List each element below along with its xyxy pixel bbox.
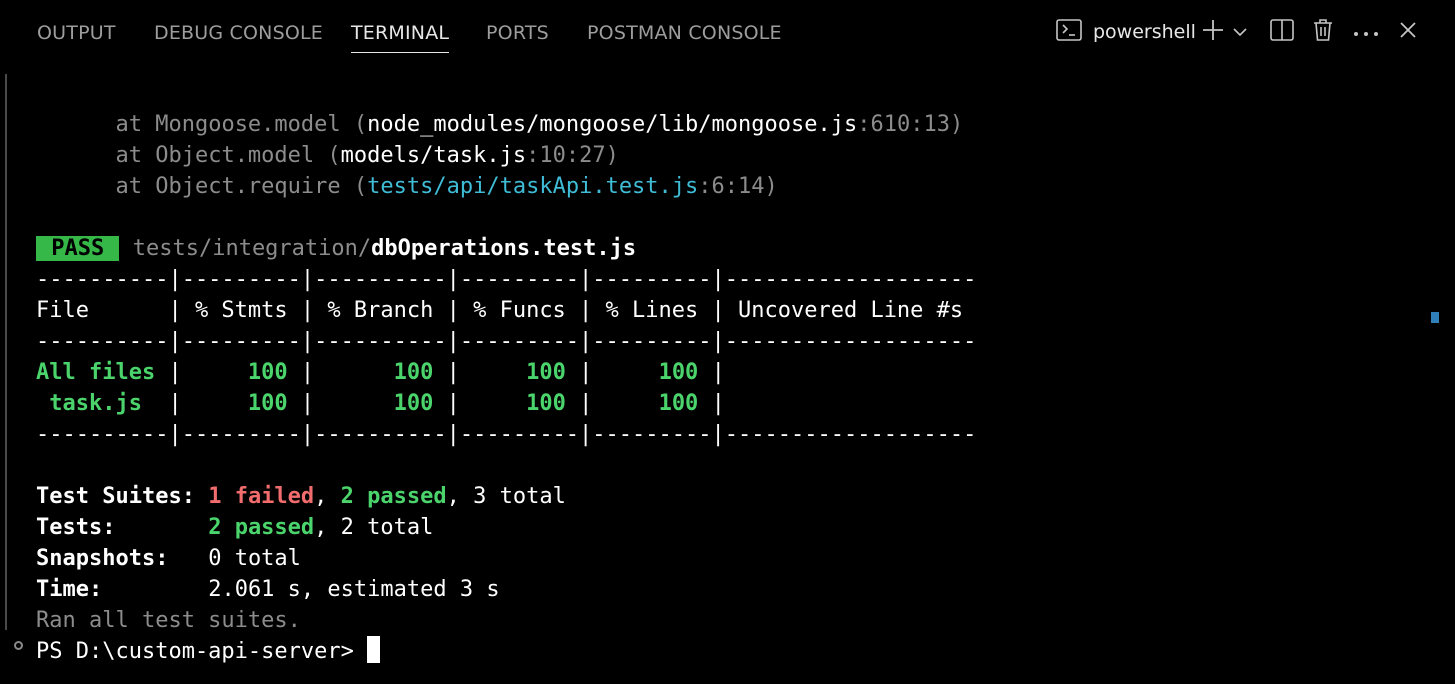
summary-test-suites: Test Suites: 1 failed, 2 passed, 3 total: [36, 484, 566, 509]
summary-snapshots: Snapshots: 0 total: [36, 546, 301, 571]
shell-selector[interactable]: powershell: [1055, 14, 1196, 50]
summary-ran-all: Ran all test suites.: [36, 608, 301, 633]
coverage-separator: ----------|---------|----------|--------…: [36, 422, 977, 447]
tab-output[interactable]: OUTPUT: [37, 20, 116, 46]
pass-file: dbOperations.test.js: [371, 236, 637, 261]
split-editor-icon: [1268, 17, 1296, 47]
coverage-cell-funcs: 100: [459, 391, 580, 416]
coverage-cell-uncovered: [725, 391, 738, 416]
trash-icon: [1310, 17, 1336, 47]
coverage-cell-file: All files: [36, 360, 169, 385]
coverage-separator: ----------|---------|----------|--------…: [36, 329, 977, 354]
prompt-text: PS D:\custom-api-server>: [36, 639, 368, 664]
coverage-separator: ----------|---------|----------|--------…: [36, 267, 977, 292]
panel-header: OUTPUT DEBUG CONSOLE TERMINAL PORTS POST…: [0, 0, 1455, 66]
more-actions-button[interactable]: [1352, 14, 1380, 50]
text-cursor: [367, 636, 381, 663]
tab-ports[interactable]: PORTS: [486, 20, 549, 46]
ellipsis-icon: [1352, 23, 1380, 42]
coverage-cell-funcs: 100: [459, 360, 580, 385]
tab-postman-console[interactable]: POSTMAN CONSOLE: [587, 20, 782, 46]
tab-debug-console[interactable]: DEBUG CONSOLE: [154, 20, 323, 46]
terminal-prompt-icon: [1055, 18, 1083, 46]
coverage-header: File | % Stmts | % Branch | % Funcs | % …: [36, 298, 977, 323]
kill-terminal-button[interactable]: [1310, 14, 1336, 50]
terminal-prompt[interactable]: PS D:\custom-api-server>: [36, 636, 381, 667]
stack-trace-line: at Mongoose.model (node_modules/mongoose…: [36, 112, 964, 137]
stack-trace-line: at Object.model (models/task.js:10:27): [36, 143, 619, 168]
coverage-cell-branch: 100: [314, 391, 447, 416]
coverage-cell-stmts: 100: [181, 391, 301, 416]
shell-name: powershell: [1093, 21, 1196, 43]
plus-icon: [1200, 17, 1226, 47]
launch-profile-dropdown[interactable]: [1232, 14, 1248, 50]
pass-line: PASS tests/integration/dbOperations.test…: [36, 233, 636, 264]
tab-terminal[interactable]: TERMINAL: [351, 20, 450, 53]
coverage-cell-file: task.js: [36, 391, 169, 416]
coverage-cell-lines: 100: [592, 391, 712, 416]
scrollbar-marker[interactable]: [1431, 312, 1439, 323]
new-terminal-button[interactable]: [1200, 14, 1226, 50]
coverage-row: task.js | 100 | 100 | 100 | 100 |: [36, 388, 738, 419]
stack-trace-line: at Object.require (tests/api/taskApi.tes…: [36, 174, 778, 199]
coverage-cell-lines: 100: [592, 360, 712, 385]
pass-dir: tests/integration/: [132, 236, 372, 261]
coverage-cell-stmts: 100: [181, 360, 301, 385]
summary-time: Time: 2.061 s, estimated 3 s: [36, 577, 500, 602]
split-terminal-button[interactable]: [1268, 14, 1296, 50]
command-decoration-circle[interactable]: [14, 641, 23, 650]
close-icon: [1398, 20, 1418, 44]
terminal-output[interactable]: at Mongoose.model (node_modules/mongoose…: [0, 66, 1455, 684]
coverage-cell-branch: 100: [314, 360, 447, 385]
pass-badge: PASS: [36, 236, 120, 261]
coverage-cell-uncovered: [725, 360, 738, 385]
close-panel-button[interactable]: [1398, 14, 1418, 50]
command-decoration-bar: [5, 74, 7, 630]
coverage-row: All files | 100 | 100 | 100 | 100 |: [36, 357, 738, 388]
chevron-down-icon: [1232, 23, 1248, 42]
summary-tests: Tests: 2 passed, 2 total: [36, 515, 434, 540]
